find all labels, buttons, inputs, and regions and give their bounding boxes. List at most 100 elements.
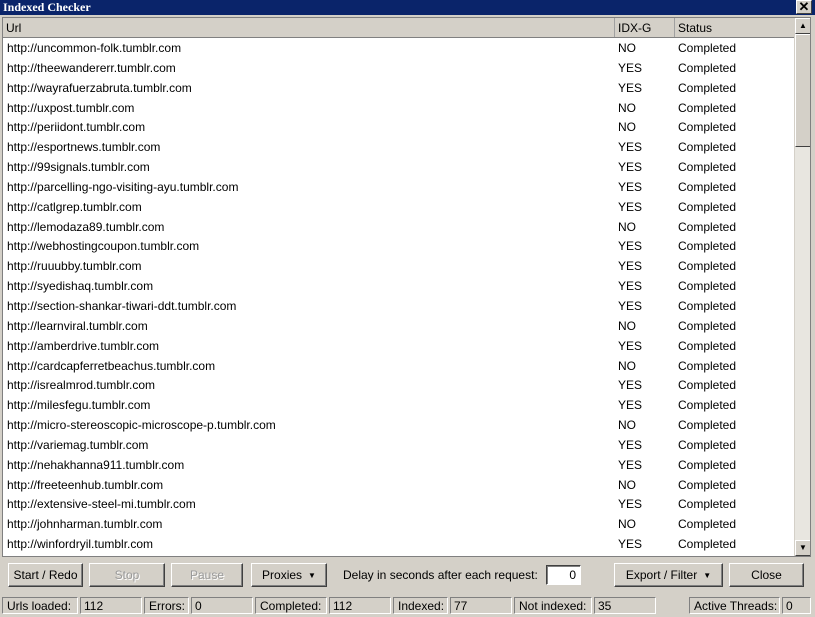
vertical-scrollbar[interactable]: ▲ ▼ [794, 18, 810, 556]
row-status: Completed [678, 497, 737, 512]
table-row[interactable]: http://catlgrep.tumblr.com YES Completed [3, 197, 795, 217]
row-status: Completed [678, 279, 737, 294]
proxies-label: Proxies [262, 568, 303, 582]
table-row[interactable]: http://parcelling-ngo-visiting-ayu.tumbl… [3, 177, 795, 197]
row-idx-g: YES [618, 140, 643, 155]
row-idx-g: YES [618, 398, 643, 413]
row-status: Completed [678, 120, 737, 135]
table-row[interactable]: http://milesfegu.tumblr.com YES Completed [3, 395, 795, 415]
row-idx-g: NO [618, 219, 636, 234]
table-row[interactable]: http://isrealmrod.tumblr.com YES Completed [3, 375, 795, 395]
table-row[interactable]: http://wayrafuerzabruta.tumblr.com YES Com… [3, 78, 795, 98]
close-window-button[interactable]: ✕ [796, 0, 812, 14]
row-status: Completed [678, 179, 737, 194]
row-status: Completed [678, 398, 737, 413]
row-status: Completed [678, 358, 737, 373]
row-idx-g: YES [618, 497, 643, 512]
table-row[interactable]: http://johnharman.tumblr.com NO Completed [3, 514, 795, 534]
completed-label: Completed: [255, 597, 327, 614]
column-header-url[interactable]: Url [3, 18, 615, 37]
row-idx-g: YES [618, 537, 643, 552]
stop-button[interactable]: Stop [89, 563, 165, 587]
proxies-button[interactable]: Proxies ▼ [251, 563, 327, 587]
row-idx-g: YES [618, 298, 643, 313]
status-bar: Urls loaded: 112 Errors: 0 Completed: 11… [0, 596, 815, 616]
row-url: http://uncommon-folk.tumblr.com [7, 41, 182, 55]
row-idx-g: NO [618, 41, 636, 55]
start-redo-button[interactable]: Start / Redo [8, 563, 83, 587]
row-url: http://nehakhanna911.tumblr.com [7, 457, 185, 472]
table-row[interactable]: http://winfordryil.tumblr.com YES Complete… [3, 534, 795, 554]
table-row[interactable]: http://micro-stereoscopic-microscope-p.t… [3, 415, 795, 435]
row-idx-g: YES [618, 60, 643, 75]
row-idx-g: NO [618, 100, 636, 115]
close-button[interactable]: Close [729, 563, 804, 587]
export-filter-button[interactable]: Export / Filter ▼ [614, 563, 723, 587]
indexed-value: 77 [450, 597, 512, 614]
row-url: http://esportnews.tumblr.com [7, 140, 161, 155]
scroll-down-arrow-icon[interactable]: ▼ [795, 540, 810, 556]
table-row[interactable]: http://amberdrive.tumblr.com YES Completed [3, 336, 795, 356]
table-row[interactable]: http://cardcapferretbeachus.tumblr.com NO… [3, 356, 795, 376]
table-row[interactable]: http://uncommon-folk.tumblr.com NO Complet… [3, 38, 795, 58]
table-row[interactable]: http://theewandererr.tumblr.com YES Comple… [3, 58, 795, 78]
row-idx-g: YES [618, 279, 643, 294]
row-status: Completed [678, 298, 737, 313]
table-row[interactable]: http://99signals.tumblr.com YES Completed [3, 157, 795, 177]
table-row[interactable]: http://ruuubby.tumblr.com YES Completed [3, 256, 795, 276]
table-row[interactable]: http://variemag.tumblr.com YES Completed [3, 435, 795, 455]
delay-label: Delay in seconds after each request: [343, 568, 538, 582]
table-row[interactable]: http://learnviral.tumblr.com NO Completed [3, 316, 795, 336]
scroll-up-arrow-icon[interactable]: ▲ [795, 18, 810, 34]
errors-value: 0 [191, 597, 253, 614]
not-indexed-value: 35 [594, 597, 656, 614]
row-idx-g: YES [618, 179, 643, 194]
table-row[interactable]: http://syedishaq.tumblr.com YES Completed [3, 276, 795, 296]
row-idx-g: YES [618, 160, 643, 175]
row-idx-g: YES [618, 378, 643, 393]
row-status: Completed [678, 239, 737, 254]
table-row[interactable]: http://section-shankar-tiwari-ddt.tumblr… [3, 296, 795, 316]
row-url: http://syedishaq.tumblr.com [7, 279, 154, 294]
row-url: http://wayrafuerzabruta.tumblr.com [7, 80, 192, 95]
pause-button[interactable]: Pause [171, 563, 243, 587]
table-row[interactable]: http://webhostingcoupon.tumblr.com YES Com… [3, 236, 795, 256]
table-row[interactable]: http://extensive-steel-mi.tumblr.com YES C… [3, 494, 795, 514]
table-row[interactable]: http://freeteenhub.tumblr.com NO Completed [3, 475, 795, 495]
chevron-down-icon: ▼ [703, 571, 712, 580]
row-status: Completed [678, 80, 737, 95]
row-url: http://variemag.tumblr.com [7, 437, 149, 452]
row-url: http://winfordryil.tumblr.com [7, 537, 154, 552]
row-idx-g: YES [618, 80, 643, 95]
row-status: Completed [678, 160, 737, 175]
scroll-thumb[interactable] [795, 34, 810, 147]
table-row[interactable]: http://esportnews.tumblr.com YES Completed [3, 137, 795, 157]
row-status: Completed [678, 41, 737, 55]
table-row[interactable]: http://uxpost.tumblr.com NO Completed [3, 98, 795, 118]
column-header-idx-g[interactable]: IDX-G [615, 18, 675, 37]
table-row[interactable]: http://nehakhanna911.tumblr.com YES Comple… [3, 455, 795, 475]
window-title: Indexed Checker [3, 0, 91, 14]
export-filter-label: Export / Filter [625, 568, 698, 582]
column-header-status[interactable]: Status [675, 18, 795, 37]
chevron-down-icon: ▼ [308, 571, 316, 580]
row-url: http://uxpost.tumblr.com [7, 100, 135, 115]
row-status: Completed [678, 537, 737, 552]
row-idx-g: NO [618, 517, 636, 532]
row-status: Completed [678, 219, 737, 234]
row-url: http://milesfegu.tumblr.com [7, 398, 151, 413]
grid-header: Url IDX-G Status [3, 18, 795, 38]
table-row[interactable]: http://lemodaza89.tumblr.com NO Completed [3, 217, 795, 237]
row-idx-g: YES [618, 239, 643, 254]
row-url: http://parcelling-ngo-visiting-ayu.tumbl… [7, 179, 239, 194]
active-threads-value: 0 [782, 597, 811, 614]
active-threads-label: Active Threads: [689, 597, 780, 614]
row-status: Completed [678, 457, 737, 472]
urls-loaded-label: Urls loaded: [2, 597, 78, 614]
completed-value: 112 [329, 597, 391, 614]
delay-input[interactable]: 0 [546, 565, 581, 585]
errors-label: Errors: [144, 597, 189, 614]
row-url: http://isrealmrod.tumblr.com [7, 378, 156, 393]
table-row[interactable]: http://periidont.tumblr.com NO Completed [3, 117, 795, 137]
row-url: http://learnviral.tumblr.com [7, 318, 148, 333]
